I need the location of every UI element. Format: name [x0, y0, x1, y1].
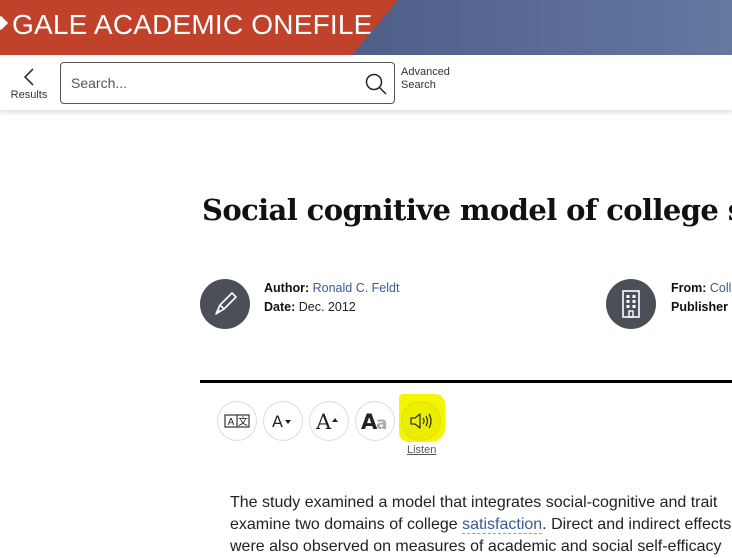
publisher-label: Publisher	[671, 300, 728, 314]
building-icon	[606, 279, 656, 329]
date-value: Dec. 2012	[298, 300, 356, 314]
diamond-icon	[0, 15, 9, 31]
section-divider	[200, 380, 732, 383]
search-box	[60, 62, 395, 104]
article-body: The study examined a model that integrat…	[230, 492, 732, 558]
chevron-left-icon	[23, 68, 34, 86]
back-to-results-button[interactable]: Results	[6, 63, 52, 105]
article-title: Social cognitive model of college satisf…	[202, 193, 732, 227]
body-text-segment: examine two domains of college	[230, 516, 463, 533]
body-line-2: examine two domains of college satisfact…	[230, 514, 732, 536]
glossary-link-satisfaction[interactable]: satisfaction	[462, 516, 543, 534]
author-link[interactable]: Ronald C. Feldt	[313, 281, 400, 295]
translate-icon: A 文	[224, 414, 250, 428]
body-line-3: were also observed on measures of academ…	[230, 538, 722, 555]
search-icon[interactable]	[364, 72, 388, 96]
author-label: Author:	[264, 281, 310, 295]
advanced-search-label-1: Advanced	[401, 66, 450, 78]
banner: GALE ACADEMIC ONEFILE	[0, 0, 732, 55]
source-block: From: College Student Journal Publisher	[671, 279, 732, 317]
search-input[interactable]	[71, 63, 351, 103]
date-label: Date:	[264, 300, 296, 314]
svg-text:A: A	[228, 417, 235, 428]
decrease-font-button[interactable]: A	[263, 401, 303, 441]
from-label: From:	[671, 281, 707, 295]
app-title[interactable]: GALE ACADEMIC ONEFILE	[12, 6, 373, 44]
body-text-segment: . Direct and indirect effects	[542, 516, 732, 533]
svg-text:A: A	[316, 410, 332, 432]
author-date-block: Author: Ronald C. Feldt Date: Dec. 2012	[264, 279, 399, 317]
font-increase-icon: A	[316, 410, 338, 432]
translate-button[interactable]: A 文	[217, 401, 257, 441]
listen-button[interactable]	[401, 401, 441, 441]
body-line-1: The study examined a model that integrat…	[230, 494, 718, 511]
font-style-button[interactable]: A a	[355, 401, 395, 441]
advanced-search-label-2: Search	[401, 79, 436, 91]
banner-brand-block: GALE ACADEMIC ONEFILE	[0, 0, 398, 55]
toolbar: Results Advanced Search	[0, 55, 732, 110]
advanced-search-link[interactable]: Advanced Search	[401, 66, 450, 92]
svg-text:a: a	[376, 414, 387, 432]
font-style-icon: A a	[361, 410, 387, 432]
source-link[interactable]: College Student Journal	[710, 281, 732, 295]
increase-font-button[interactable]: A	[309, 401, 349, 441]
back-label: Results	[10, 89, 48, 101]
author-pen-icon	[200, 279, 250, 329]
svg-text:文: 文	[238, 415, 248, 428]
listen-label[interactable]: Listen	[407, 444, 436, 456]
speaker-icon	[410, 413, 432, 429]
svg-text:A: A	[272, 412, 283, 430]
font-decrease-icon: A	[272, 412, 291, 430]
